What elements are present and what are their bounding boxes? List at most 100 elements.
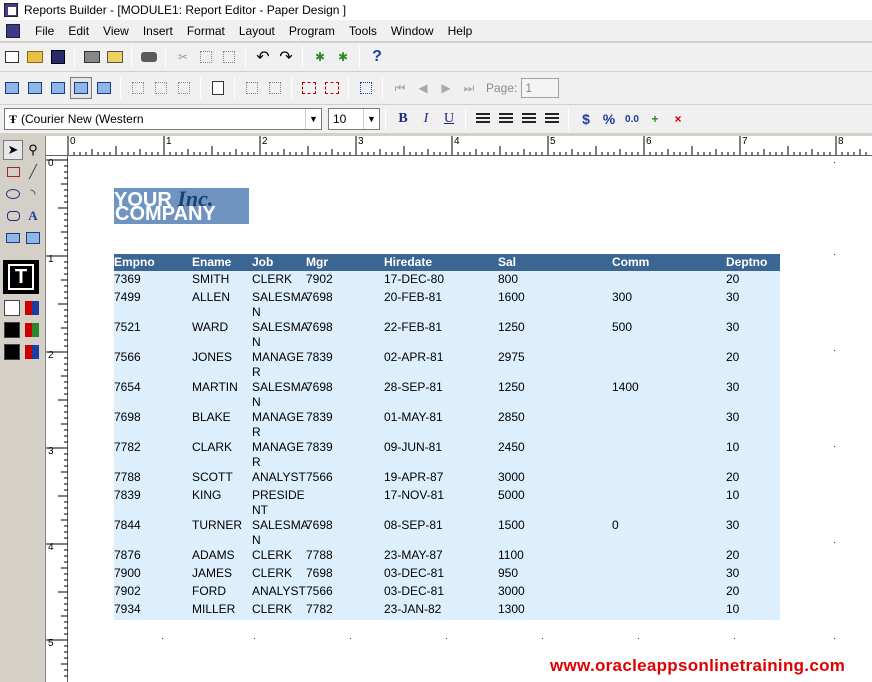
menu-program[interactable]: Program [282,21,342,41]
field-icon[interactable] [3,228,23,248]
line-icon[interactable]: ╱ [23,162,43,182]
mail-icon[interactable] [104,46,126,68]
font-name-select[interactable]: Ŧ (Courier New (Western ▼ [4,108,322,130]
run-icon[interactable] [138,46,160,68]
ruler-label: 5 [48,638,54,649]
menu-tools[interactable]: Tools [342,21,384,41]
text-color-icon[interactable] [25,345,39,359]
table-cell: 7902 [114,584,141,598]
document-icon[interactable] [6,23,20,38]
line-color-swatch[interactable] [4,322,20,338]
paper-layout-icon[interactable] [47,77,69,99]
menu-edit[interactable]: Edit [61,21,96,41]
magnify-icon[interactable]: ⚲ [23,140,43,160]
select-parent-icon[interactable] [298,77,320,99]
copy-icon[interactable] [195,46,217,68]
report-block-icon[interactable] [23,228,43,248]
table-cell: 1250 [498,320,525,334]
chevron-down-icon[interactable]: ▼ [363,109,379,129]
paper-design-canvas[interactable]: YOUR Inc. COMPANY Empno Ename Job Mgr Hireda… [68,156,872,682]
first-page-icon[interactable]: ⏮ [389,77,411,99]
table-cell: ADAMS [192,548,235,562]
commas-button[interactable]: 0.0 [621,108,643,130]
margin-icon[interactable] [150,77,172,99]
percent-button[interactable]: % [598,108,620,130]
table-cell: 10 [726,488,740,502]
group-icon[interactable] [355,77,377,99]
web-source-icon[interactable] [24,77,46,99]
arc-icon[interactable]: ◝ [23,184,43,204]
column-header[interactable]: Empno [114,254,155,271]
table-cell: CLARK [192,440,233,454]
column-header[interactable]: Hiredate [384,254,432,271]
header-icon[interactable] [173,77,195,99]
underline-button[interactable]: U [438,108,460,130]
parameter-form-icon[interactable] [93,77,115,99]
fill-color-icon[interactable] [25,301,39,315]
redo-icon[interactable]: ↷ [275,46,297,68]
confine-icon[interactable] [207,77,229,99]
text-color-swatch[interactable] [4,344,20,360]
data-model-icon[interactable] [1,77,23,99]
table-cell: 1400 [612,380,639,394]
column-header[interactable]: Mgr [306,254,328,271]
previous-page-icon[interactable]: ◀ [412,77,434,99]
chevron-down-icon[interactable]: ▼ [305,109,321,129]
rectangle-icon[interactable] [3,162,23,182]
wizard-icon[interactable]: ✱ [309,46,331,68]
new-icon[interactable] [1,46,23,68]
italic-button[interactable]: I [415,108,437,130]
help-icon[interactable]: ? [366,46,388,68]
font-size-select[interactable]: 10 ▼ [328,108,380,130]
column-header[interactable]: Sal [498,254,516,271]
cut-icon[interactable]: ✂ [172,46,194,68]
table-cell: 20 [726,272,740,286]
frame-icon[interactable] [241,77,263,99]
rounded-rectangle-icon[interactable] [3,206,23,226]
open-icon[interactable] [24,46,46,68]
menu-view[interactable]: View [96,21,136,41]
line-color-icon[interactable] [25,323,39,337]
ellipse-icon[interactable] [3,184,23,204]
next-page-icon[interactable]: ▶ [435,77,457,99]
add-decimal-icon[interactable]: + [644,108,666,130]
currency-button[interactable]: $ [575,108,597,130]
table-cell: 23-JAN-82 [384,602,442,616]
select-arrow-icon[interactable]: ➤ [3,140,23,160]
page-number-field[interactable]: 1 [521,78,560,98]
fill-color-swatch[interactable] [4,300,20,316]
align-right-icon[interactable] [518,108,540,130]
table-cell: 22-FEB-81 [384,320,443,334]
menu-format[interactable]: Format [180,21,232,41]
column-header[interactable]: Deptno [726,254,767,271]
print-icon[interactable] [81,46,103,68]
menu-help[interactable]: Help [441,21,480,41]
select-children-icon[interactable] [321,77,343,99]
column-header[interactable]: Job [252,254,273,271]
column-header[interactable]: Ename [192,254,231,271]
justify-icon[interactable] [541,108,563,130]
text-tool-icon[interactable]: T [3,260,39,294]
remove-decimal-icon[interactable]: × [667,108,689,130]
align-center-icon[interactable] [495,108,517,130]
menu-file[interactable]: File [28,21,61,41]
company-logo[interactable]: YOUR Inc. COMPANY [114,186,249,225]
table-cell: MILLER [192,602,236,616]
body-icon[interactable] [127,77,149,99]
text-icon[interactable]: A [23,206,43,226]
flex-icon[interactable] [264,77,286,99]
wizard-run-icon[interactable]: ✱ [332,46,354,68]
separator [200,77,201,99]
report-frame[interactable]: Empno Ename Job Mgr Hiredate Sal Comm Deptno 73… [114,254,780,620]
bold-button[interactable]: B [392,108,414,130]
last-page-icon[interactable]: ⏭ [458,77,480,99]
align-left-icon[interactable] [472,108,494,130]
menu-insert[interactable]: Insert [136,21,180,41]
undo-icon[interactable]: ↶ [252,46,274,68]
paper-design-icon[interactable] [70,77,92,99]
menu-window[interactable]: Window [384,21,441,41]
paste-icon[interactable] [218,46,240,68]
menu-layout[interactable]: Layout [232,21,282,41]
save-icon[interactable] [47,46,69,68]
column-header[interactable]: Comm [612,254,649,271]
